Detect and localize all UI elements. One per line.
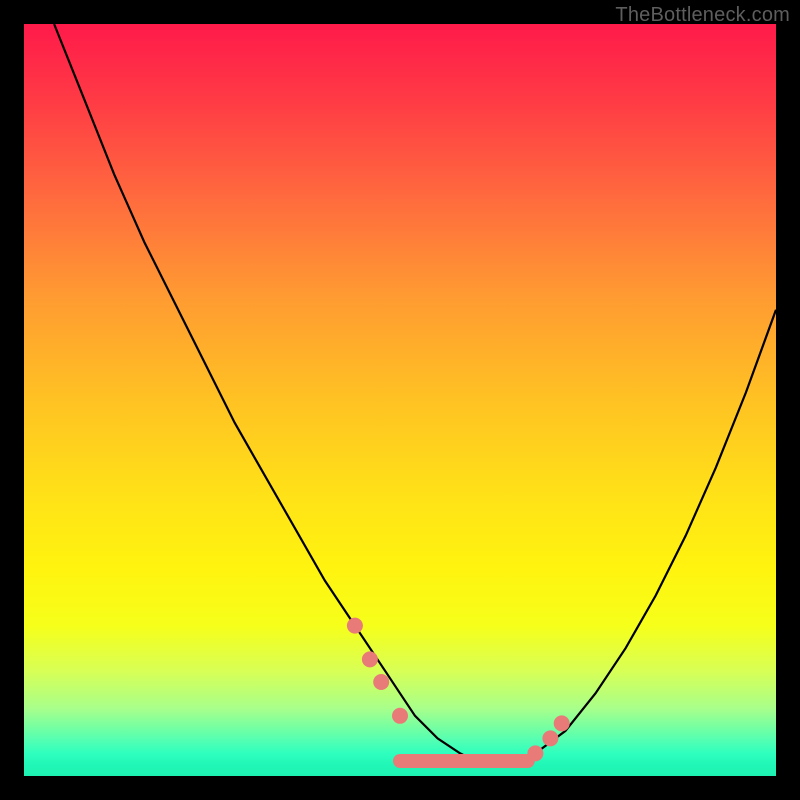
bottleneck-curve <box>54 24 776 761</box>
watermark-text: TheBottleneck.com <box>615 4 790 27</box>
marker-ball <box>362 651 378 667</box>
marker-balls <box>347 618 570 762</box>
marker-ball <box>347 618 363 634</box>
marker-ball <box>373 674 389 690</box>
marker-ball <box>542 730 558 746</box>
curve-layer <box>24 24 776 776</box>
marker-ball <box>392 708 408 724</box>
marker-ball <box>527 745 543 761</box>
chart-frame: TheBottleneck.com <box>0 0 800 800</box>
marker-ball <box>554 715 570 731</box>
plot-area <box>24 24 776 776</box>
